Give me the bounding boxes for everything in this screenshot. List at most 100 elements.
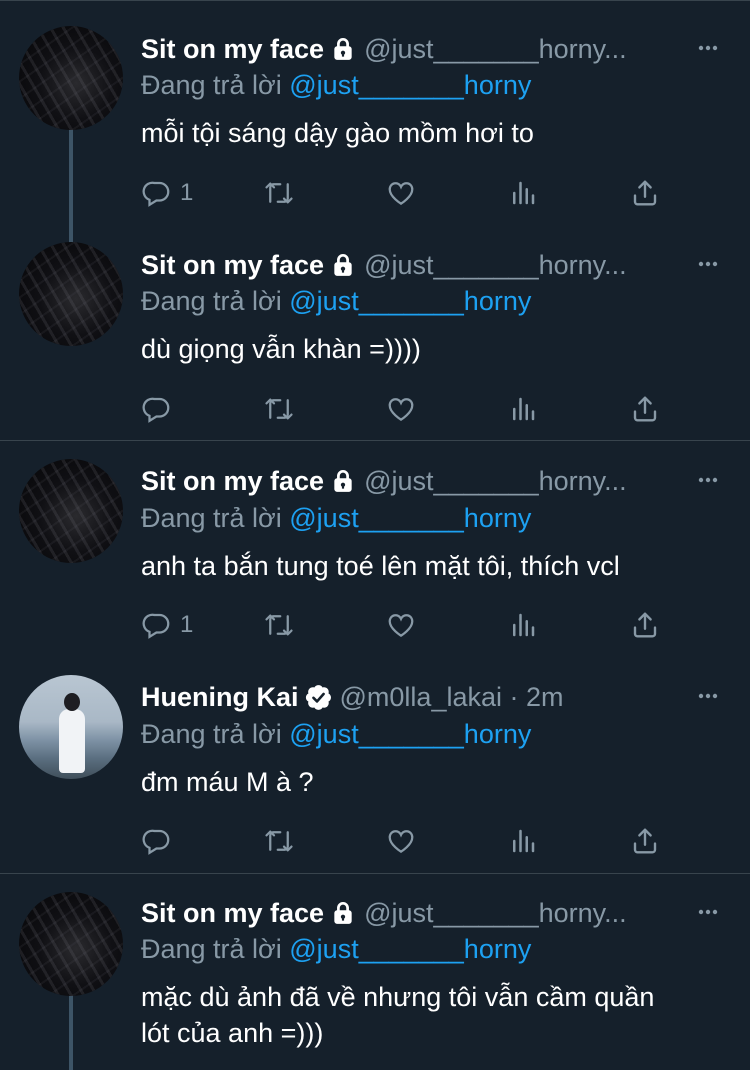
retweet-button[interactable] [264,824,294,858]
like-button[interactable] [386,608,416,642]
like-icon [388,398,414,421]
handle[interactable]: @just_______horny... [364,34,627,65]
replying-prefix: Đang trả lời [141,934,290,964]
replying-to: Đang trả lời @just_______horny [141,503,531,534]
like-button[interactable] [386,824,416,858]
share-button[interactable] [630,608,660,642]
reply-count: 1 [180,611,194,638]
display-name[interactable]: Sit on my face [141,898,324,929]
replying-to: Đang trả lời @just_______horny [141,70,531,101]
avatar[interactable] [19,459,123,563]
analytics-icon [513,397,535,421]
reply-button[interactable]: 1 [142,608,193,642]
lock-icon [334,901,352,924]
like-button[interactable] [386,392,416,426]
verified-icon [305,684,331,710]
avatar[interactable] [19,675,123,779]
tweet-header: Huening Kai @m0lla_lakai · 2m [141,680,730,714]
retweet-icon [265,182,293,204]
reply-icon [142,397,170,423]
handle[interactable]: @just_______horny... [364,898,627,929]
reply-button[interactable]: 1 [142,176,193,210]
share-icon [633,180,657,206]
action-bar [142,392,682,426]
lock-icon [334,253,352,276]
mention-link[interactable]: @just_______horny [289,719,531,749]
tweet-text: dù giọng vẫn khàn =)))) [141,334,421,364]
tweet-header: Sit on my face @just_______horny... [141,896,730,930]
tweet-header: Sit on my face @just_______horny... [141,464,730,498]
tweet-text: mặc dù ảnh đã về nhưng tôi vẫn cầm quần … [141,982,655,1048]
mention-link[interactable]: @just_______horny [289,934,531,964]
avatar[interactable] [19,26,123,130]
tweet[interactable]: Sit on my face @just_______horny... Đang… [0,441,750,657]
display-name[interactable]: Sit on my face [141,34,324,65]
more-icon[interactable] [696,36,720,60]
like-button[interactable] [386,176,416,210]
tweet-text: mỗi tội sáng dậy gào mồm hơi to [141,118,534,148]
lock-icon [334,37,352,60]
action-bar: 1 [142,176,682,210]
more-icon[interactable] [696,468,720,492]
retweet-icon [265,614,293,636]
reply-button[interactable] [142,392,180,426]
display-name[interactable]: Sit on my face [141,250,324,281]
analytics-icon [513,829,535,853]
tweet[interactable]: Sit on my face @just_______horny... Đang… [0,0,750,224]
lock-icon [334,469,352,492]
thread-line [69,130,73,224]
share-button[interactable] [630,392,660,426]
retweet-button[interactable] [264,608,294,642]
reply-icon [142,829,170,855]
reply-count: 1 [180,179,194,206]
analytics-icon [513,613,535,637]
retweet-icon [265,830,293,852]
replying-prefix: Đang trả lời [141,503,290,533]
retweet-button[interactable] [264,176,294,210]
display-name[interactable]: Sit on my face [141,466,324,497]
more-icon[interactable] [696,684,720,708]
action-bar [142,824,682,858]
reply-icon [142,181,170,207]
retweet-button[interactable] [264,392,294,426]
like-icon [388,830,414,853]
tweet-header: Sit on my face @just_______horny... [141,32,730,66]
mention-link[interactable]: @just_______horny [289,286,531,316]
display-name[interactable]: Huening Kai [141,682,299,713]
replying-to: Đang trả lời @just_______horny [141,286,531,317]
thread-line [69,224,73,244]
share-button[interactable] [630,176,660,210]
avatar[interactable] [19,892,123,996]
tweet-text: đm máu M à ? [141,767,314,797]
retweet-icon [265,398,293,420]
handle[interactable]: @m0lla_lakai · 2m [340,682,564,713]
replying-prefix: Đang trả lời [141,719,290,749]
tweet[interactable]: Huening Kai @m0lla_lakai · 2m Đang trả l… [0,657,750,874]
reply-icon [142,613,170,639]
analytics-button[interactable] [508,392,538,426]
handle[interactable]: @just_______horny... [364,466,627,497]
analytics-button[interactable] [508,824,538,858]
mention-link[interactable]: @just_______horny [289,70,531,100]
analytics-button[interactable] [508,608,538,642]
replying-prefix: Đang trả lời [141,70,290,100]
avatar[interactable] [19,242,123,346]
share-button[interactable] [630,824,660,858]
analytics-button[interactable] [508,176,538,210]
mention-link[interactable]: @just_______horny [289,503,531,533]
action-bar: 1 [142,608,682,642]
tweet[interactable]: Sit on my face @just_______horny... Đang… [0,874,750,1070]
tweet[interactable]: Sit on my face @just_______horny... Đang… [0,224,750,441]
more-icon[interactable] [696,900,720,924]
thread-line [69,996,73,1070]
analytics-icon [513,181,535,205]
like-icon [388,182,414,205]
replying-to: Đang trả lời @just_______horny [141,719,531,750]
more-icon[interactable] [696,252,720,276]
replying-prefix: Đang trả lời [141,286,290,316]
share-icon [633,396,657,422]
replying-to: Đang trả lời @just_______horny [141,934,531,965]
share-icon [633,828,657,854]
reply-button[interactable] [142,824,180,858]
handle[interactable]: @just_______horny... [364,250,627,281]
